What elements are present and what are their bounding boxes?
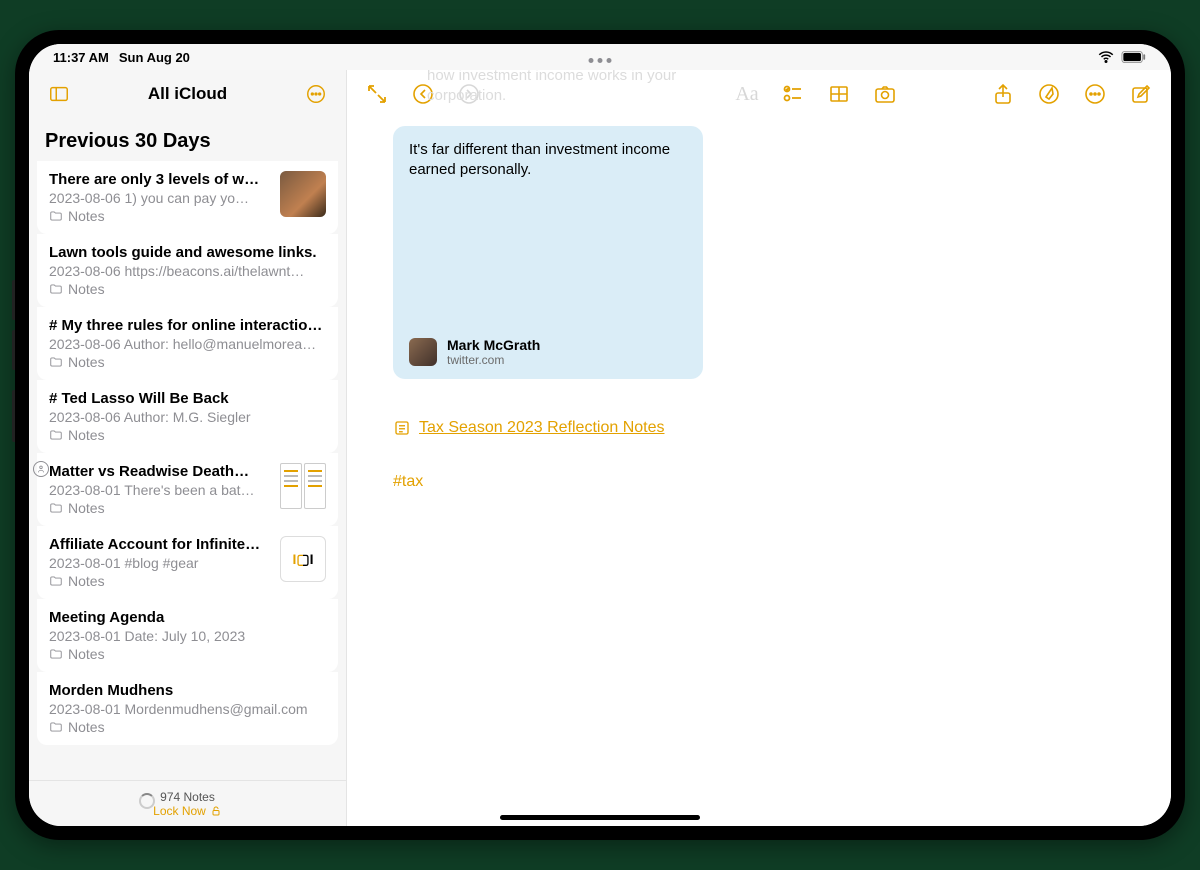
folder-icon bbox=[49, 428, 63, 442]
note-thumbnail: I▢I bbox=[280, 536, 326, 582]
note-list-item[interactable]: Meeting Agenda 2023-08-01 Date: July 10, … bbox=[37, 599, 338, 672]
note-folder: Notes bbox=[49, 500, 270, 516]
status-date: Sun Aug 20 bbox=[119, 50, 190, 65]
ipad-device-frame: 11:37 AM Sun Aug 20 All iCl bbox=[15, 30, 1185, 840]
notes-count: 974 Notes bbox=[160, 790, 215, 804]
note-list-item[interactable]: # My three rules for online interactio… 2… bbox=[37, 307, 338, 380]
note-folder: Notes bbox=[49, 208, 270, 224]
note-list-item[interactable]: Lawn tools guide and awesome links. 2023-… bbox=[37, 234, 338, 307]
editor-toolbar: how investment income works in your corp… bbox=[347, 70, 1171, 118]
note-folder: Notes bbox=[49, 427, 326, 443]
note-title: # My three rules for online interactio… bbox=[49, 317, 326, 334]
toggle-sidebar-button[interactable] bbox=[45, 80, 73, 108]
camera-button[interactable] bbox=[873, 82, 897, 106]
markup-button[interactable] bbox=[1037, 82, 1061, 106]
table-button[interactable] bbox=[827, 82, 851, 106]
folder-icon bbox=[49, 647, 63, 661]
note-list-item[interactable]: Morden Mudhens 2023-08-01 Mordenmudhens@g… bbox=[37, 672, 338, 745]
note-folder: Notes bbox=[49, 573, 270, 589]
device-button bbox=[12, 390, 15, 442]
compose-button[interactable] bbox=[1129, 82, 1153, 106]
note-title: Lawn tools guide and awesome links. bbox=[49, 244, 326, 261]
text-format-button[interactable]: Aa bbox=[735, 82, 759, 106]
battery-icon bbox=[1121, 50, 1147, 64]
note-folder: Notes bbox=[49, 281, 326, 297]
note-list-item[interactable]: There are only 3 levels of w… 2023-08-06 … bbox=[37, 161, 338, 234]
folder-icon bbox=[49, 574, 63, 588]
multitasking-dots[interactable] bbox=[589, 58, 612, 63]
note-title: # Ted Lasso Will Be Back bbox=[49, 390, 326, 407]
folder-icon bbox=[49, 282, 63, 296]
sidebar-more-button[interactable] bbox=[302, 80, 330, 108]
embed-source: twitter.com bbox=[447, 353, 540, 367]
background-text: how investment income works in your corp… bbox=[427, 70, 676, 105]
note-subtitle: 2023-08-06 Author: M.G. Siegler bbox=[49, 409, 326, 425]
notes-list[interactable]: There are only 3 levels of w… 2023-08-06 … bbox=[29, 161, 346, 780]
note-list-item[interactable]: # Ted Lasso Will Be Back 2023-08-06 Autho… bbox=[37, 380, 338, 453]
share-button[interactable] bbox=[991, 82, 1015, 106]
embed-avatar bbox=[409, 338, 437, 366]
sidebar-title: All iCloud bbox=[148, 84, 227, 104]
embed-author: Mark McGrath bbox=[447, 337, 540, 353]
note-link[interactable]: Tax Season 2023 Reflection Notes bbox=[393, 419, 1125, 437]
sidebar-footer: 974 Notes Lock Now bbox=[29, 780, 346, 826]
device-button bbox=[12, 330, 15, 370]
note-folder: Notes bbox=[49, 719, 326, 735]
note-list-item[interactable]: Matter vs Readwise Death… 2023-08-01 Ther… bbox=[37, 453, 338, 526]
note-folder: Notes bbox=[49, 646, 326, 662]
wifi-icon bbox=[1097, 48, 1115, 66]
note-subtitle: 2023-08-01 There's been a bat… bbox=[49, 482, 270, 498]
lock-now-button[interactable]: Lock Now bbox=[153, 804, 222, 818]
status-bar: 11:37 AM Sun Aug 20 bbox=[29, 44, 1171, 70]
note-folder: Notes bbox=[49, 354, 326, 370]
home-indicator[interactable] bbox=[500, 815, 700, 820]
fullscreen-button[interactable] bbox=[365, 82, 389, 106]
folder-icon bbox=[49, 720, 63, 734]
note-title: Morden Mudhens bbox=[49, 682, 326, 699]
status-time: 11:37 AM bbox=[53, 50, 109, 65]
notes-sidebar: All iCloud Previous 30 Days There are on… bbox=[29, 70, 347, 826]
note-subtitle: 2023-08-01 #blog #gear bbox=[49, 555, 270, 571]
note-subtitle: 2023-08-01 Mordenmudhens@gmail.com bbox=[49, 701, 326, 717]
more-button[interactable] bbox=[1083, 82, 1107, 106]
folder-icon bbox=[49, 209, 63, 223]
note-subtitle: 2023-08-01 Date: July 10, 2023 bbox=[49, 628, 326, 644]
shared-icon bbox=[33, 461, 49, 477]
hashtag[interactable]: #tax bbox=[393, 473, 1125, 491]
note-link-text[interactable]: Tax Season 2023 Reflection Notes bbox=[419, 419, 664, 437]
note-title: Meeting Agenda bbox=[49, 609, 326, 626]
note-title: Affiliate Account for Infinite… bbox=[49, 536, 270, 553]
editor-content[interactable]: It's far different than investment incom… bbox=[347, 118, 1171, 826]
note-link-icon bbox=[393, 419, 411, 437]
folder-icon bbox=[49, 501, 63, 515]
note-thumbnail bbox=[280, 171, 326, 217]
device-button bbox=[12, 280, 15, 320]
tweet-embed-card[interactable]: It's far different than investment incom… bbox=[393, 126, 703, 379]
embed-text: It's far different than investment incom… bbox=[409, 140, 687, 179]
note-title: There are only 3 levels of w… bbox=[49, 171, 270, 188]
note-subtitle: 2023-08-06 1) you can pay yo… bbox=[49, 190, 270, 206]
folder-icon bbox=[49, 355, 63, 369]
note-list-item[interactable]: Affiliate Account for Infinite… 2023-08-0… bbox=[37, 526, 338, 599]
note-title: Matter vs Readwise Death… bbox=[49, 463, 270, 480]
note-subtitle: 2023-08-06 Author: hello@manuelmorea… bbox=[49, 336, 326, 352]
checklist-button[interactable] bbox=[781, 82, 805, 106]
section-header: Previous 30 Days bbox=[29, 118, 346, 161]
note-thumbnail bbox=[280, 463, 326, 509]
sync-spinner-icon bbox=[139, 793, 155, 809]
note-subtitle: 2023-08-06 https://beacons.ai/thelawnt… bbox=[49, 263, 326, 279]
note-editor: how investment income works in your corp… bbox=[347, 70, 1171, 826]
